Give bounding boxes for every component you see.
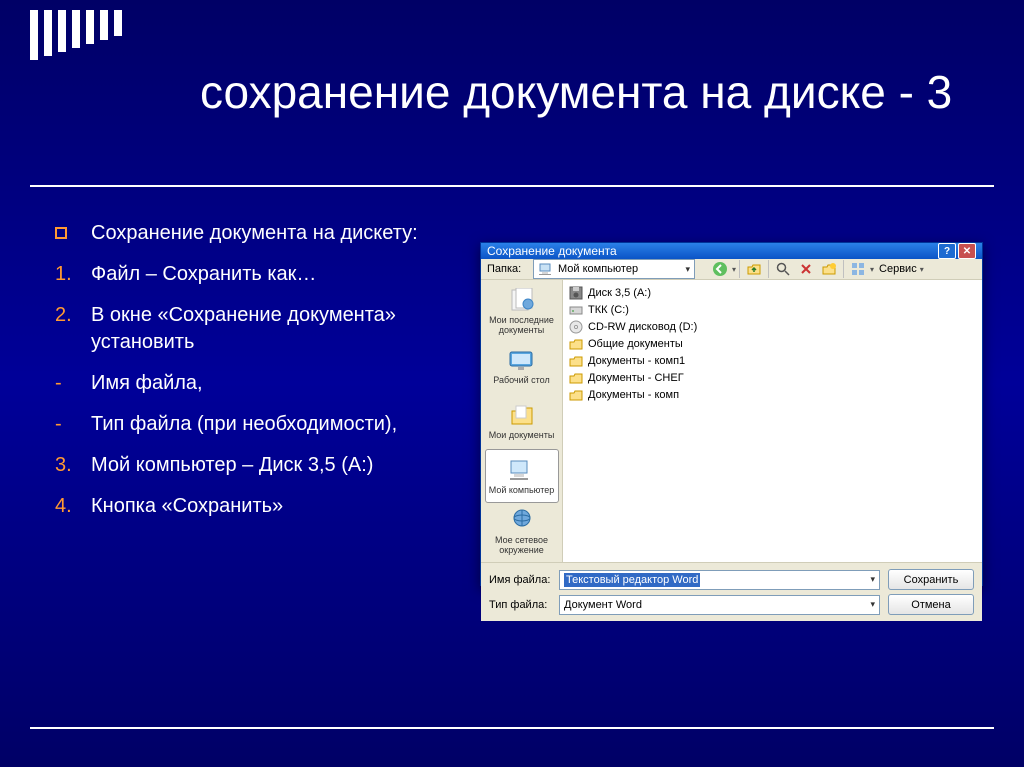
- dropdown-arrow-icon[interactable]: ▾: [870, 265, 874, 274]
- dialog-title: Сохранение документа: [487, 244, 617, 258]
- divider-bottom: [30, 727, 994, 729]
- chevron-down-icon: ▾: [685, 264, 690, 275]
- views-button[interactable]: [847, 259, 869, 279]
- decorative-bars: [30, 10, 122, 60]
- filetype-label: Тип файла:: [489, 599, 551, 611]
- divider-top: [30, 185, 994, 187]
- list-number: 1.: [55, 261, 77, 288]
- list-item[interactable]: CD-RW дисковод (D:): [569, 318, 976, 335]
- slide-body: Сохранение документа на дискету: 1. Файл…: [55, 220, 455, 534]
- folder-label: Папка:: [487, 263, 527, 275]
- file-list[interactable]: Диск 3,5 (A:) ТКК (C:) CD-RW дисковод (D…: [563, 280, 982, 562]
- cancel-button[interactable]: Отмена: [888, 594, 974, 615]
- list-number: 4.: [55, 493, 77, 520]
- place-label: Мое сетевое окружение: [486, 535, 558, 555]
- filename-input[interactable]: Текстовый редактор Word ▾: [559, 570, 880, 590]
- list-dash: -: [55, 411, 77, 438]
- list-item[interactable]: Документы - СНЕГ: [569, 369, 976, 386]
- dialog-bottom: Имя файла: Текстовый редактор Word ▾ Сох…: [481, 562, 982, 621]
- delete-button[interactable]: [795, 259, 817, 279]
- list-number: 3.: [55, 452, 77, 479]
- floppy-icon: [569, 286, 583, 300]
- dialog-titlebar[interactable]: Сохранение документа ? ✕: [481, 243, 982, 259]
- back-button[interactable]: [709, 259, 731, 279]
- list-item[interactable]: ТКК (C:): [569, 301, 976, 318]
- search-button[interactable]: [772, 259, 794, 279]
- step-text: Тип файла (при необходимости),: [91, 411, 397, 438]
- list-item[interactable]: Документы - комп: [569, 386, 976, 403]
- step-text: Имя файла,: [91, 370, 203, 397]
- folder-icon: [569, 388, 583, 402]
- folder-value: Мой компьютер: [558, 263, 638, 275]
- place-label: Рабочий стол: [493, 375, 550, 385]
- help-button[interactable]: ?: [938, 243, 956, 259]
- folder-icon: [569, 354, 583, 368]
- filename-label: Имя файла:: [489, 574, 551, 586]
- step-text: Кнопка «Сохранить»: [91, 493, 283, 520]
- folder-icon: [569, 371, 583, 385]
- place-mydocs[interactable]: Мои документы: [485, 394, 559, 448]
- step-text: Мой компьютер – Диск 3,5 (A:): [91, 452, 373, 479]
- computer-icon: [538, 261, 554, 277]
- tools-menu[interactable]: Сервис▾: [875, 263, 928, 275]
- toolbar: Папка: Мой компьютер ▾ ▾ ▾ Сервис▾: [481, 259, 982, 280]
- cd-icon: [569, 320, 583, 334]
- place-label: Мои документы: [489, 430, 555, 440]
- hdd-icon: [569, 303, 583, 317]
- save-button[interactable]: Сохранить: [888, 569, 974, 590]
- place-recent[interactable]: Мои последние документы: [485, 284, 559, 338]
- computer-icon: [508, 458, 536, 482]
- step-text: Файл – Сохранить как…: [91, 261, 316, 288]
- intro-text: Сохранение документа на дискету:: [91, 220, 418, 247]
- folder-icon: [569, 337, 583, 351]
- chevron-down-icon: ▾: [870, 599, 875, 610]
- chevron-down-icon: ▾: [870, 574, 875, 585]
- list-number: 2.: [55, 302, 77, 356]
- list-item[interactable]: Общие документы: [569, 335, 976, 352]
- slide-title: сохранение документа на диске - 3: [200, 65, 984, 120]
- place-desktop[interactable]: Рабочий стол: [485, 339, 559, 393]
- desktop-icon: [508, 348, 536, 372]
- mydocs-icon: [508, 403, 536, 427]
- list-item[interactable]: Документы - комп1: [569, 352, 976, 369]
- close-button[interactable]: ✕: [958, 243, 976, 259]
- places-bar: Мои последние документы Рабочий стол Мои…: [481, 280, 563, 562]
- up-one-level-button[interactable]: [743, 259, 765, 279]
- filetype-dropdown[interactable]: Документ Word ▾: [559, 595, 880, 615]
- network-icon: [508, 508, 536, 532]
- new-folder-button[interactable]: [818, 259, 840, 279]
- recent-docs-icon: [508, 288, 536, 312]
- bullet-square-icon: [55, 227, 67, 239]
- step-text: В окне «Сохранение документа» установить: [91, 302, 455, 356]
- place-mycomputer[interactable]: Мой компьютер: [485, 449, 559, 503]
- list-item[interactable]: Диск 3,5 (A:): [569, 284, 976, 301]
- dropdown-arrow-icon[interactable]: ▾: [732, 265, 736, 274]
- save-dialog: Сохранение документа ? ✕ Папка: Мой комп…: [480, 242, 983, 586]
- folder-dropdown[interactable]: Мой компьютер ▾: [533, 259, 695, 279]
- place-label: Мой компьютер: [489, 485, 555, 495]
- list-dash: -: [55, 370, 77, 397]
- place-network[interactable]: Мое сетевое окружение: [485, 504, 559, 558]
- place-label: Мои последние документы: [486, 315, 558, 335]
